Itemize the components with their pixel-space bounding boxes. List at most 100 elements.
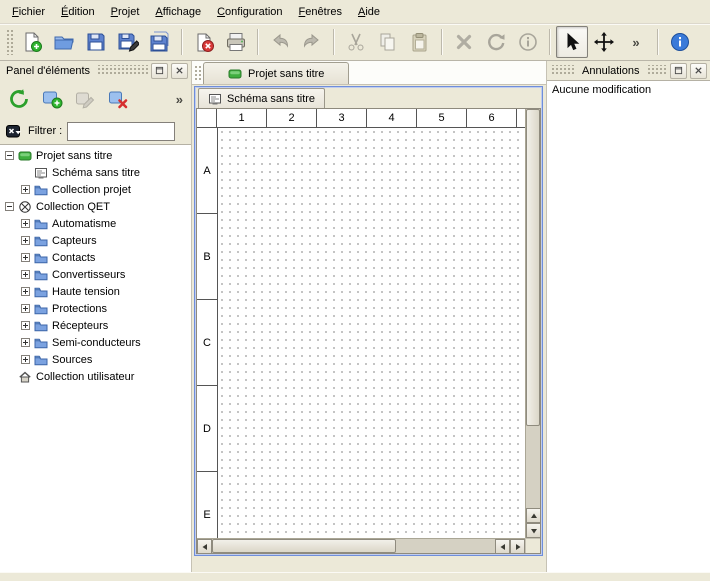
tree-item[interactable]: Collection projet <box>0 181 191 198</box>
tree-item[interactable]: Sources <box>0 351 191 368</box>
tree-item-label: Sources <box>52 354 92 366</box>
toolbar-separator <box>441 29 443 55</box>
expander-plus-icon[interactable] <box>21 185 30 194</box>
undo-empty-label: Aucune modification <box>552 84 705 96</box>
tree-item[interactable]: Capteurs <box>0 232 191 249</box>
center-area: Projet sans titre Schéma sans titre <box>192 61 546 572</box>
scroll-down-button[interactable] <box>526 523 541 538</box>
redo-button[interactable] <box>296 26 328 58</box>
rotate-button[interactable] <box>480 26 512 58</box>
toolbar-overflow-button[interactable]: » <box>620 26 652 58</box>
expander-plus-icon[interactable] <box>21 287 30 296</box>
expander-plus-icon[interactable] <box>21 338 30 347</box>
elements-panel-titlebar[interactable]: Panel d'éléments <box>0 61 191 80</box>
new-file-button[interactable] <box>16 26 48 58</box>
undo-history-list[interactable]: Aucune modification <box>547 80 710 572</box>
horizontal-scroll-track[interactable] <box>396 539 495 553</box>
expander-minus-icon[interactable] <box>5 202 14 211</box>
status-bar <box>0 572 710 581</box>
expander-plus-icon[interactable] <box>21 321 30 330</box>
undo-panel-titlebar[interactable]: Annulations <box>547 61 710 80</box>
tree-item[interactable]: Protections <box>0 300 191 317</box>
expander-plus-icon[interactable] <box>21 219 30 228</box>
expander-plus-icon[interactable] <box>21 270 30 279</box>
reload-collections-button[interactable] <box>4 84 34 114</box>
tree-item[interactable]: Schéma sans titre <box>0 164 191 181</box>
tree-item[interactable]: Automatisme <box>0 215 191 232</box>
chevron-overflow-icon: » <box>628 35 643 50</box>
tree-item[interactable]: Collection utilisateur <box>0 368 191 385</box>
expander-plus-icon[interactable] <box>21 355 30 364</box>
dock-float-button[interactable] <box>151 63 168 79</box>
vertical-scroll-track[interactable] <box>526 426 540 508</box>
move-cross-icon <box>593 31 615 53</box>
delete-element-button[interactable] <box>103 84 133 114</box>
scroll-left-button-2[interactable] <box>495 539 510 554</box>
tree-item[interactable]: Collection QET <box>0 198 191 215</box>
element-info-button[interactable] <box>512 26 544 58</box>
clear-filter-icon[interactable] <box>6 123 23 140</box>
menu-item-6[interactable]: Aide <box>350 3 388 21</box>
new-element-button[interactable] <box>37 84 67 114</box>
menu-item-3[interactable]: Affichage <box>147 3 209 21</box>
cut-button[interactable] <box>340 26 372 58</box>
print-button[interactable] <box>220 26 252 58</box>
vertical-scrollbar[interactable] <box>525 109 540 538</box>
tree-item[interactable]: Haute tension <box>0 283 191 300</box>
dock-float-button[interactable] <box>670 63 687 79</box>
about-info-button[interactable] <box>664 26 696 58</box>
open-project-button[interactable] <box>48 26 80 58</box>
dock-close-button[interactable] <box>690 63 707 79</box>
schema-tab[interactable]: Schéma sans titre <box>198 88 325 108</box>
menu-item-5[interactable]: Fenêtres <box>291 3 350 21</box>
save-all-button[interactable] <box>144 26 176 58</box>
column-ruler: 123456 <box>197 109 525 128</box>
tree-item[interactable]: Projet sans titre <box>0 147 191 164</box>
tabbar-handle[interactable] <box>194 65 201 81</box>
project-icon <box>18 149 32 163</box>
filter-input[interactable] <box>67 122 175 141</box>
save-button[interactable] <box>80 26 112 58</box>
expander-plus-icon[interactable] <box>21 304 30 313</box>
column-label: 5 <box>417 109 467 127</box>
save-all-icon <box>149 31 171 53</box>
select-pointer-button[interactable] <box>556 26 588 58</box>
toolbar-handle[interactable] <box>6 29 13 55</box>
horizontal-scrollbar[interactable] <box>197 538 525 553</box>
move-view-button[interactable] <box>588 26 620 58</box>
dock-close-button[interactable] <box>171 63 188 79</box>
project-tab-label: Projet sans titre <box>248 68 324 80</box>
tree-item[interactable]: Convertisseurs <box>0 266 191 283</box>
project-tab[interactable]: Projet sans titre <box>203 62 349 84</box>
scroll-left-button[interactable] <box>197 539 212 554</box>
paste-button[interactable] <box>404 26 436 58</box>
horizontal-scroll-thumb[interactable] <box>212 539 396 553</box>
scroll-right-button[interactable] <box>510 539 525 554</box>
toolbar-separator <box>333 29 335 55</box>
vertical-scroll-thumb[interactable] <box>526 109 540 426</box>
copy-button[interactable] <box>372 26 404 58</box>
save-as-button[interactable] <box>112 26 144 58</box>
tree-item[interactable]: Récepteurs <box>0 317 191 334</box>
edit-element-button[interactable] <box>70 84 100 114</box>
cut-icon <box>345 31 367 53</box>
panel-overflow-chevron[interactable]: » <box>172 92 187 107</box>
scroll-up-button[interactable] <box>526 508 541 523</box>
tree-item[interactable]: Semi-conducteurs <box>0 334 191 351</box>
tree-item[interactable]: Contacts <box>0 249 191 266</box>
save-as-icon <box>117 31 139 53</box>
grid-dots-area[interactable] <box>218 128 525 538</box>
tree-item-label: Projet sans titre <box>36 150 112 162</box>
expander-plus-icon[interactable] <box>21 236 30 245</box>
delete-button[interactable] <box>448 26 480 58</box>
expander-plus-icon[interactable] <box>21 253 30 262</box>
undo-button[interactable] <box>264 26 296 58</box>
menu-item-2[interactable]: Projet <box>103 3 148 21</box>
menu-item-1[interactable]: Édition <box>53 3 103 21</box>
menu-item-4[interactable]: Configuration <box>209 3 290 21</box>
paste-icon <box>409 31 431 53</box>
expander-minus-icon[interactable] <box>5 151 14 160</box>
close-file-button[interactable] <box>188 26 220 58</box>
diagram-canvas[interactable]: 123456 ABCDE <box>197 109 525 538</box>
menu-item-0[interactable]: Fichier <box>4 3 53 21</box>
